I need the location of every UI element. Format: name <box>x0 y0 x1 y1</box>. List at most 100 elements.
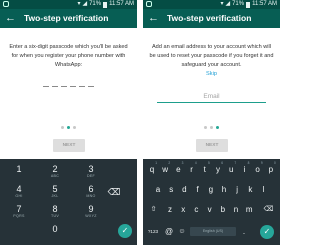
key-w[interactable]: w2 <box>159 161 171 177</box>
key-label: b <box>220 205 226 214</box>
key-m[interactable]: m <box>243 202 255 217</box>
key-number-hint: 9 <box>260 161 263 165</box>
email-field[interactable] <box>157 90 266 103</box>
key-letters: DEF <box>86 174 96 178</box>
passcode-digit-slot <box>88 86 94 87</box>
next-button[interactable]: NEXT <box>196 139 228 152</box>
key-label: d <box>182 185 187 194</box>
num-key-4[interactable]: 4 GHI <box>0 182 38 201</box>
status-bar: ▾ ◢ 71% 11:57 AM <box>0 0 137 9</box>
key-j[interactable]: j <box>231 182 243 197</box>
backspace-glyph: ⌫ <box>107 187 121 197</box>
key-c[interactable]: c <box>190 202 202 217</box>
key-label: r <box>190 165 193 174</box>
key-number-hint: 2 <box>168 161 171 165</box>
key-number-hint: 8 <box>247 161 250 165</box>
num-key-7[interactable]: 7 PQRS <box>0 202 38 221</box>
battery-percent: 71% <box>89 1 102 7</box>
page-dot <box>210 126 213 129</box>
email-instructions: Add an email address to your account whi… <box>149 43 274 79</box>
key-letters: TUV <box>50 214 60 218</box>
key-.[interactable]: . <box>238 224 250 239</box>
app-bar: ← Two-step verification <box>0 9 137 28</box>
key-q[interactable]: q1 <box>146 161 158 177</box>
key-e[interactable]: e3 <box>172 161 184 177</box>
key-i[interactable]: i8 <box>238 161 250 177</box>
key-?123[interactable]: ?123 <box>145 224 161 239</box>
passcode-input[interactable] <box>43 86 94 88</box>
back-arrow-icon[interactable]: ← <box>148 11 159 26</box>
key-o[interactable]: o9 <box>252 161 264 177</box>
signal-icon: ◢ <box>82 1 88 7</box>
key-label: @ <box>164 227 174 236</box>
page-dot <box>204 126 207 129</box>
num-key-3[interactable]: 3 DEF <box>72 162 110 181</box>
key-p[interactable]: p0 <box>265 161 277 177</box>
key-r[interactable]: r4 <box>186 161 198 177</box>
key-label: e <box>176 165 181 174</box>
key-b[interactable]: b <box>217 202 229 217</box>
key-letters: GHI <box>15 194 23 198</box>
key-d[interactable]: d <box>178 182 190 197</box>
key-k[interactable]: k <box>244 182 256 197</box>
key-g[interactable]: g <box>205 182 217 197</box>
page-indicator <box>0 126 137 129</box>
key-label: a <box>155 185 161 194</box>
key-l[interactable]: l <box>258 182 270 197</box>
wifi-icon: ▾ <box>220 1 224 7</box>
app-bar: ← Two-step verification <box>143 9 280 28</box>
done-key[interactable]: ✓ <box>260 225 274 239</box>
key-x[interactable]: x <box>177 202 189 217</box>
key-s[interactable]: s <box>165 182 177 197</box>
num-key-0[interactable]: 0 <box>36 222 74 241</box>
key-label: c <box>194 205 199 214</box>
key-label: k <box>248 185 253 194</box>
key-label: g <box>208 185 214 194</box>
key-label: p <box>268 165 274 174</box>
done-key[interactable]: ✓ <box>118 224 132 238</box>
email-instructions-text: Add an email address to your account whi… <box>149 44 274 68</box>
phone-screen-email: ▾ ◢ 71% 11:57 AM ← Two-step verification… <box>143 0 280 245</box>
page-dot-active <box>67 126 70 129</box>
key-number-hint: 6 <box>221 161 223 165</box>
key-@[interactable]: @ <box>163 224 175 239</box>
shift-icon[interactable]: ⇧ <box>145 202 162 217</box>
num-key-8[interactable]: 8 TUV <box>36 202 74 221</box>
passcode-digit-slot <box>43 86 49 87</box>
numeric-keyboard: 1 2 ABC 3 DEF 4 GHI 5 JKL 6 MNO 7 PQRS 8 TUV 9 WXYZ 0 ⌫ ✓ <box>0 159 137 245</box>
emoji-icon[interactable]: ☺ <box>176 224 188 239</box>
space-bar[interactable]: English (US) <box>190 227 236 236</box>
key-letters: WXYZ <box>85 214 97 218</box>
key-letters: ABC <box>50 174 60 178</box>
backspace-icon[interactable]: ⌫ <box>260 202 277 217</box>
skip-link[interactable]: Skip <box>206 71 217 77</box>
key-t[interactable]: t5 <box>199 161 211 177</box>
num-key-9[interactable]: 9 WXYZ <box>72 202 110 221</box>
wifi-icon: ▾ <box>77 1 81 7</box>
num-key-5[interactable]: 5 JKL <box>36 182 74 201</box>
status-bar-right: ▾ ◢ 71% 11:57 AM <box>220 0 277 9</box>
next-button[interactable]: NEXT <box>53 139 85 152</box>
key-z[interactable]: z <box>164 202 176 217</box>
back-arrow-icon[interactable]: ← <box>5 11 16 26</box>
key-u[interactable]: u7 <box>225 161 237 177</box>
status-time: 11:57 AM <box>252 1 277 7</box>
screen-content: Enter a six-digit passcode which you'll … <box>0 28 137 159</box>
backspace-icon[interactable]: ⌫ <box>98 182 130 201</box>
key-y[interactable]: y6 <box>212 161 224 177</box>
key-a[interactable]: a <box>152 182 164 197</box>
key-v[interactable]: v <box>204 202 216 217</box>
page-indicator <box>143 126 280 129</box>
num-key-2[interactable]: 2 ABC <box>36 162 74 181</box>
key-label: . <box>242 227 246 236</box>
key-label: z <box>168 205 172 214</box>
key-h[interactable]: h <box>218 182 230 197</box>
key-label: q <box>149 165 155 174</box>
passcode-instructions: Enter a six-digit passcode which you'll … <box>9 44 128 68</box>
page-title: Two-step verification <box>167 13 252 23</box>
key-f[interactable]: f <box>192 182 204 197</box>
key-label: o <box>255 165 260 174</box>
num-key-1[interactable]: 1 <box>0 162 38 181</box>
key-number-hint: 4 <box>194 161 197 165</box>
key-n[interactable]: n <box>230 202 242 217</box>
